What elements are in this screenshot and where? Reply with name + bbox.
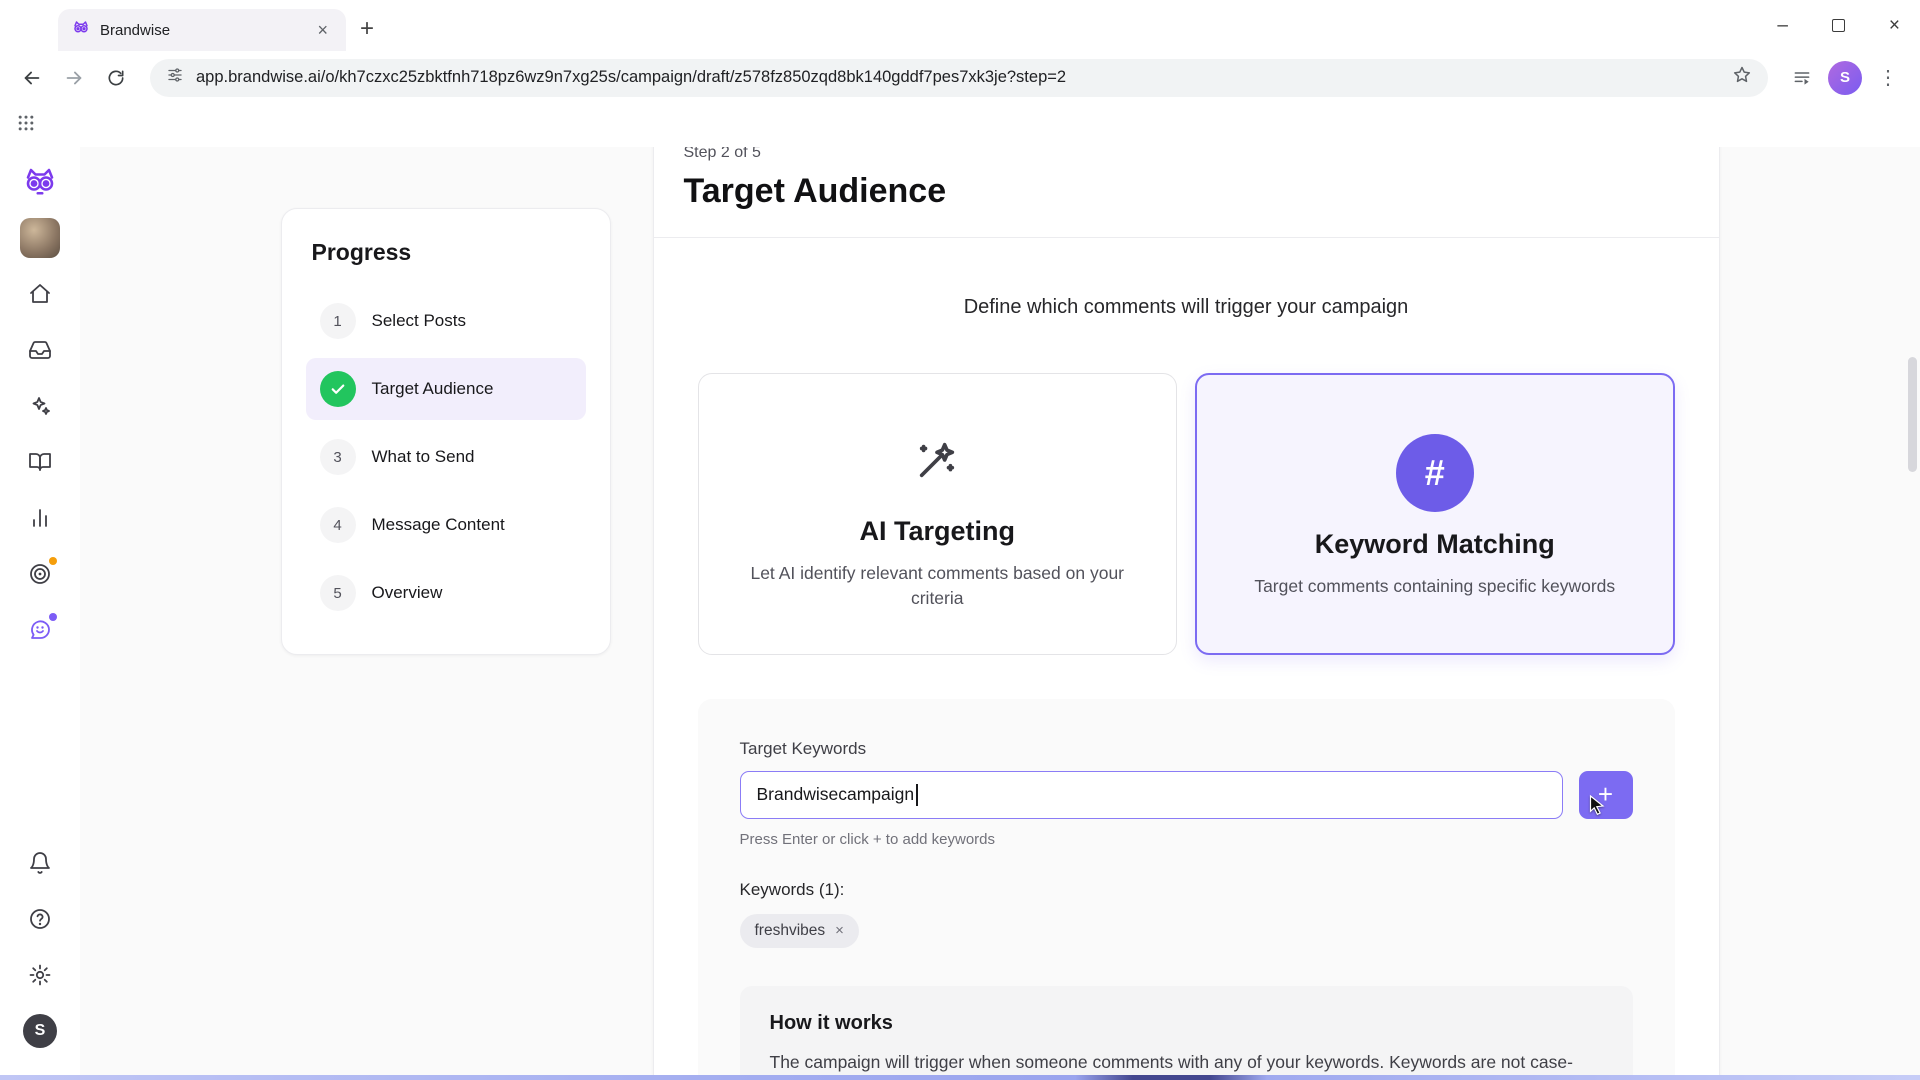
bottom-accent-bar [0, 1075, 1920, 1080]
step-check-icon [319, 371, 356, 407]
text-caret [916, 783, 919, 806]
brandwise-logo-icon[interactable] [17, 159, 63, 205]
keyword-chips: freshvibes × [739, 913, 1633, 948]
step-label: Overview [371, 583, 443, 602]
sidebar-item-inbox[interactable] [17, 327, 63, 373]
browser-menu-icon[interactable]: ⋮ [1872, 65, 1904, 90]
step-number: 1 [319, 303, 356, 339]
add-keyword-button[interactable]: + [1578, 770, 1633, 819]
progress-panel: Progress 1 Select Posts Target Audience … [280, 208, 611, 655]
step-indicator: Step 2 of 5 [683, 147, 761, 161]
tab-strip: Brandwise × + – × [0, 0, 1920, 51]
window-maximize-button[interactable] [1831, 19, 1845, 32]
sidebar-item-library[interactable] [17, 439, 63, 485]
keywords-hint: Press Enter or click + to add keywords [739, 830, 996, 848]
keyword-input-value: Brandwisecampaign [756, 784, 915, 805]
step-number: 5 [319, 575, 356, 611]
app-window: S Progress 1 Select Posts Target Audienc… [0, 147, 1920, 1080]
step-subtitle: Define which comments will trigger your … [963, 296, 1409, 318]
window-controls: – × [1777, 0, 1900, 51]
targeting-options: AI Targeting Let AI identify relevant co… [697, 373, 1675, 655]
back-button[interactable] [16, 62, 48, 94]
tab-title: Brandwise [100, 21, 171, 39]
option-title: Keyword Matching [1314, 528, 1555, 559]
apps-grid-icon[interactable] [16, 113, 36, 138]
magic-wand-icon [914, 416, 960, 504]
bookmark-star-icon[interactable] [1732, 65, 1752, 90]
sidebar-item-help[interactable] [17, 896, 63, 942]
sidebar-item-engagement[interactable] [17, 607, 63, 653]
keywords-count-label: Keywords (1): [739, 879, 845, 899]
option-description: Target comments containing specific keyw… [1254, 575, 1616, 596]
sidebar-item-notifications[interactable] [17, 840, 63, 886]
secondary-bar [0, 104, 1920, 147]
sidebar-item-ai[interactable] [17, 383, 63, 429]
sidebar-item-settings[interactable] [17, 952, 63, 998]
keyword-input-row: Brandwisecampaign + [739, 770, 1633, 819]
targeting-notification-dot [49, 557, 57, 565]
browser-tab[interactable]: Brandwise × [58, 9, 346, 51]
browser-profile-avatar[interactable]: S [1828, 60, 1862, 95]
refresh-button[interactable] [100, 62, 132, 94]
engagement-notification-dot [49, 613, 57, 621]
media-list-icon[interactable] [1786, 62, 1818, 94]
window-minimize-button[interactable]: – [1777, 16, 1788, 35]
how-it-works-box: How it works The campaign will trigger w… [739, 985, 1633, 1080]
page-title: Target Audience [683, 172, 947, 210]
tab-close-icon[interactable]: × [313, 19, 332, 41]
option-ai-targeting[interactable]: AI Targeting Let AI identify relevant co… [697, 373, 1177, 655]
step-label: Select Posts [371, 311, 467, 330]
option-description: Let AI identify relevant comments based … [750, 563, 1125, 609]
step-header: Step 2 of 5 Target Audience [653, 147, 1719, 238]
sidebar-item-home[interactable] [17, 271, 63, 317]
step-label: What to Send [371, 447, 475, 466]
option-title: AI Targeting [859, 516, 1015, 546]
remove-keyword-icon[interactable]: × [835, 922, 844, 939]
keywords-panel: Target Keywords Brandwisecampaign + Pres… [697, 698, 1675, 1080]
keywords-label: Target Keywords [739, 738, 867, 758]
user-avatar[interactable]: S [17, 1008, 63, 1054]
step-body: Define which comments will trigger your … [654, 296, 1719, 1080]
workspace-avatar-image [20, 218, 60, 258]
step-number: 4 [319, 507, 356, 543]
sidebar-item-analytics[interactable] [17, 495, 63, 541]
progress-step-message-content[interactable]: 4 Message Content [306, 494, 586, 556]
step-number: 3 [319, 439, 356, 475]
new-tab-button[interactable]: + [360, 15, 374, 43]
step-label: Target Audience [371, 379, 494, 398]
progress-title: Progress [311, 239, 412, 265]
address-bar[interactable]: app.brandwise.ai/o/kh7czxc25zbktfnh718pz… [150, 58, 1768, 97]
keyword-chip[interactable]: freshvibes × [739, 913, 859, 948]
sidebar-item-targeting[interactable] [17, 551, 63, 597]
hash-icon: # [1395, 433, 1474, 512]
forward-button[interactable] [58, 62, 90, 94]
page-scrollbar[interactable] [1908, 357, 1917, 472]
url-text[interactable]: app.brandwise.ai/o/kh7czxc25zbktfnh718pz… [196, 68, 1720, 87]
progress-step-what-to-send[interactable]: 3 What to Send [306, 426, 586, 488]
keyword-input[interactable]: Brandwisecampaign [739, 770, 1563, 819]
window-close-button[interactable]: × [1889, 16, 1900, 35]
step-label: Message Content [371, 515, 505, 534]
page-content: Progress 1 Select Posts Target Audience … [80, 147, 1920, 1080]
progress-step-select-posts[interactable]: 1 Select Posts [306, 290, 586, 352]
how-it-works-title: How it works [769, 1011, 893, 1034]
campaign-step-panel: Step 2 of 5 Target Audience Define which… [652, 147, 1720, 1080]
progress-step-overview[interactable]: 5 Overview [306, 562, 586, 624]
browser-toolbar: app.brandwise.ai/o/kh7czxc25zbktfnh718pz… [0, 51, 1920, 104]
progress-step-target-audience[interactable]: Target Audience [305, 358, 586, 420]
keyword-chip-label: freshvibes [754, 921, 826, 939]
favicon-owl-icon [72, 19, 90, 42]
app-sidebar: S [0, 147, 80, 1080]
site-settings-icon[interactable] [166, 66, 184, 89]
option-keyword-matching[interactable]: # Keyword Matching Target comments conta… [1195, 373, 1675, 655]
user-avatar-letter: S [23, 1014, 57, 1048]
workspace-avatar[interactable] [17, 215, 63, 261]
